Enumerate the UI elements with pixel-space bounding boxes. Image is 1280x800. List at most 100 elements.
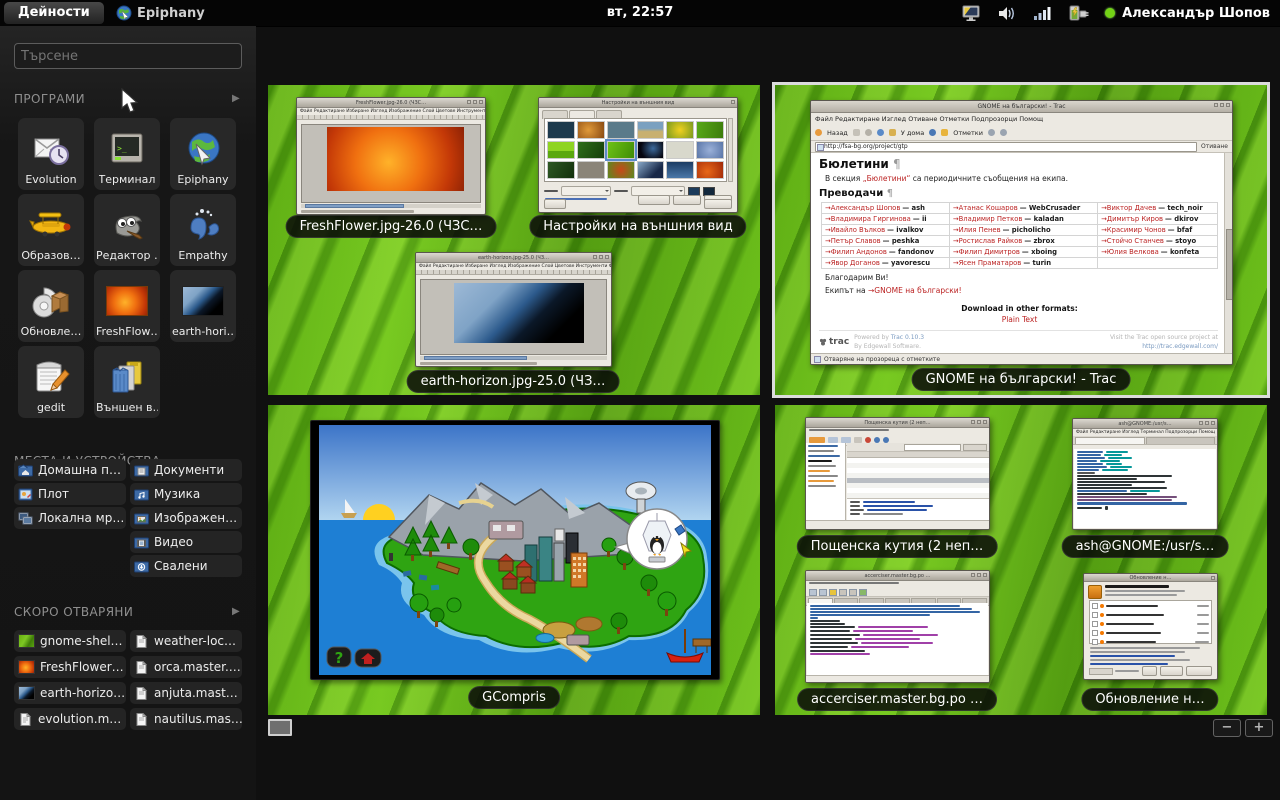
translator-link[interactable]: →Атанас Кошаров	[953, 204, 1018, 212]
gcompris-help-button[interactable]: ?	[327, 647, 351, 667]
home-button[interactable]: У дома	[901, 129, 924, 137]
translator-link[interactable]: →Илия Пенев	[953, 226, 1001, 234]
stop-icon[interactable]	[865, 129, 872, 136]
update-link-2[interactable]	[1090, 663, 1168, 665]
recent-orca-master[interactable]: orca.master.…	[130, 656, 242, 678]
place-downloads[interactable]: Свалени	[130, 555, 242, 577]
app-epiphany[interactable]: Epiphany	[170, 118, 236, 190]
place-documents[interactable]: Документи	[130, 459, 242, 481]
zoom-in-icon[interactable]	[988, 129, 995, 136]
evolution-folder-sidebar[interactable]	[806, 443, 846, 521]
reload-icon[interactable]	[877, 129, 884, 136]
translator-link[interactable]: →Ясен Праматаров	[953, 259, 1021, 267]
recent-expander-icon[interactable]: ▶	[232, 606, 240, 617]
zoom-out-icon[interactable]	[1000, 129, 1007, 136]
bookmarks-button[interactable]: Отметки	[953, 129, 983, 137]
translator-link[interactable]: →Филип Андонов	[825, 248, 887, 256]
workspace-3[interactable]: ? GCompris	[268, 405, 760, 715]
edgewall-link[interactable]: http://trac.edgewall.com/	[1142, 343, 1218, 350]
new-doc-icon[interactable]	[809, 589, 817, 596]
recent-nautilus-master[interactable]: nautilus.mas…	[130, 708, 242, 730]
window-terminal[interactable]: ash@GNOME:/usr/s… Файл Редактиране Изгле…	[1072, 418, 1218, 530]
search-input[interactable]	[14, 43, 242, 69]
workspace-indicator[interactable]	[268, 719, 292, 736]
help-button[interactable]	[1142, 666, 1157, 676]
check-button[interactable]	[1160, 666, 1183, 676]
recent-freshflower[interactable]: FreshFlower…	[14, 656, 126, 678]
place-home[interactable]: Домашна п…	[14, 459, 126, 481]
team-link[interactable]: →GNOME на български!	[868, 286, 962, 295]
url-input[interactable]: http://fsa-bg.org/project/gtp	[815, 142, 1197, 152]
install-button[interactable]	[1186, 666, 1212, 676]
translator-link[interactable]: →Ростислав Райков	[953, 237, 1022, 245]
search-icon[interactable]	[859, 589, 867, 596]
translator-link[interactable]: →Димитър Киров	[1101, 215, 1163, 223]
place-local-network[interactable]: Локална мр…	[14, 507, 126, 529]
add-workspace-button[interactable]: +	[1245, 719, 1273, 737]
update-list[interactable]	[1089, 600, 1212, 644]
bookmarks-icon[interactable]	[941, 129, 948, 136]
app-appearance[interactable]: Външен в…	[94, 346, 160, 418]
app-gimp[interactable]: Редактор …	[94, 194, 160, 266]
browser-scrollbar[interactable]	[1224, 153, 1232, 354]
update-link-1[interactable]	[1090, 655, 1175, 657]
recent-anjuta-master[interactable]: anjuta.mast…	[130, 682, 242, 704]
gimp-hscrollbar[interactable]	[301, 204, 481, 208]
activities-button[interactable]: Дейности	[4, 2, 104, 24]
recent-earth-horizon[interactable]: earth-horizo…	[14, 682, 126, 704]
workspace-4[interactable]: Пощенска кутия (2 неп…	[775, 405, 1267, 715]
translator-link[interactable]: →Красимир Чонов	[1101, 226, 1166, 234]
translator-link[interactable]: →Виктор Дачев	[1101, 204, 1156, 212]
browser-menubar[interactable]: Файл Редактиране Изглед Отиване Отметки …	[811, 113, 1232, 125]
terminal-tabs[interactable]	[1073, 436, 1217, 445]
window-appearance[interactable]: Настройки на външния вид	[538, 97, 738, 213]
app-freshflower[interactable]: FreshFlow…	[94, 270, 160, 342]
close-button[interactable]	[704, 199, 732, 209]
plain-text-link[interactable]: Plain Text	[819, 315, 1220, 324]
translator-link[interactable]: →Владимир Петков	[953, 215, 1023, 223]
save-icon[interactable]	[829, 589, 837, 596]
app-earth-horizon[interactable]: earth-hori…	[170, 270, 236, 342]
user-menu[interactable]: Александър Шопов	[1105, 6, 1270, 21]
place-desktop[interactable]: Плот	[14, 483, 126, 505]
back-icon[interactable]	[815, 129, 822, 136]
place-pictures[interactable]: Изображен…	[130, 507, 242, 529]
volume-icon[interactable]	[997, 5, 1017, 22]
window-gimp-freshflower[interactable]: FreshFlower.jpg-26.0 (ЧЗС… Файл Редактир…	[296, 97, 486, 215]
restore-button[interactable]	[638, 195, 670, 205]
window-gedit[interactable]: accerciser.master.bg.po …	[805, 570, 990, 683]
home-icon[interactable]	[889, 129, 896, 136]
trac-version-link[interactable]: Trac 0.10.3	[891, 334, 924, 341]
remove-workspace-button[interactable]: −	[1213, 719, 1241, 737]
wallpaper-scrollbar[interactable]	[728, 118, 733, 182]
selected-message-row[interactable]	[847, 478, 989, 483]
go-button[interactable]: Отиване	[1201, 143, 1228, 150]
display-icon[interactable]	[961, 5, 981, 22]
translator-link[interactable]: →Юлия Велкова	[1101, 248, 1159, 256]
translator-link[interactable]: →Явор Доганов	[825, 259, 880, 267]
app-software-update[interactable]: Обновле…	[18, 270, 84, 342]
gcompris-home-button[interactable]	[355, 649, 381, 667]
translator-link[interactable]: →Петър Славов	[825, 237, 881, 245]
translator-link[interactable]: →Ивайло Вълков	[825, 226, 885, 234]
bulletins-link[interactable]: „Бюлетини“	[863, 174, 911, 183]
app-gcompris[interactable]: Образов…	[18, 194, 84, 266]
recent-evolution-file[interactable]: evolution.m…	[14, 708, 126, 730]
help-button[interactable]	[544, 199, 566, 209]
place-videos[interactable]: Видео	[130, 531, 242, 553]
gimp-hscrollbar[interactable]	[420, 356, 607, 360]
app-terminal[interactable]: >_ Терминал	[94, 118, 160, 190]
app-menu[interactable]: Epiphany	[116, 0, 205, 26]
gedit-editor[interactable]	[807, 603, 988, 675]
open-icon[interactable]	[819, 589, 827, 596]
network-signal-icon[interactable]	[1033, 5, 1051, 22]
app-gedit[interactable]: gedit	[18, 346, 84, 418]
window-gcompris[interactable]: ?	[310, 420, 720, 680]
translator-link[interactable]: →Александър Шопов	[825, 204, 900, 212]
recent-gnome-shell[interactable]: gnome-shel…	[14, 630, 126, 652]
battery-icon[interactable]	[1067, 4, 1089, 22]
workspace-2-active[interactable]: GNOME на български! - Trac Файл Редактир…	[772, 82, 1270, 398]
window-software-update[interactable]: Обновление н…	[1083, 573, 1218, 680]
translator-link[interactable]: →Филип Димитров	[953, 248, 1020, 256]
window-trac-browser[interactable]: GNOME на български! - Trac Файл Редактир…	[810, 100, 1233, 365]
